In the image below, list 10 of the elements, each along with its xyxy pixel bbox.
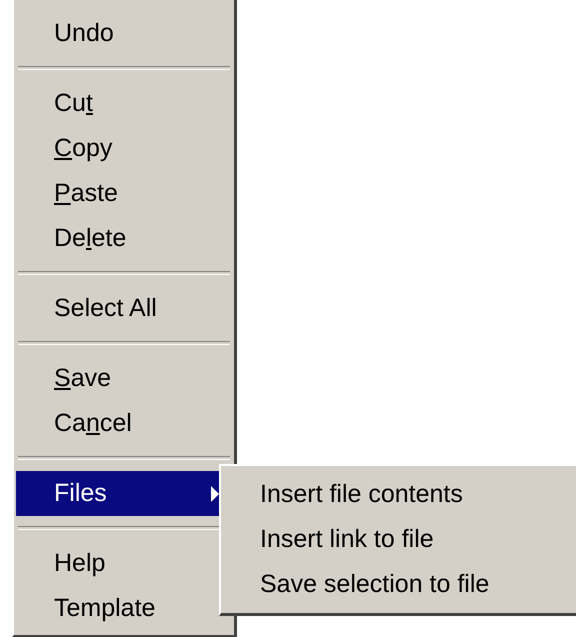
menu-item[interactable]: Undo xyxy=(16,11,232,56)
menu-item[interactable]: Save xyxy=(16,356,232,401)
menu-item[interactable]: Insert link to file xyxy=(221,517,576,562)
menu-item[interactable]: Select All xyxy=(16,286,232,331)
menu-item[interactable]: Cancel xyxy=(16,401,232,446)
menu-item[interactable]: Copy xyxy=(16,126,232,171)
menu-item[interactable]: Cut xyxy=(16,81,232,126)
menu-item[interactable]: Paste xyxy=(16,171,232,216)
menu-item[interactable]: Delete xyxy=(16,216,232,261)
menu-item[interactable]: Save selection to file xyxy=(221,562,576,607)
